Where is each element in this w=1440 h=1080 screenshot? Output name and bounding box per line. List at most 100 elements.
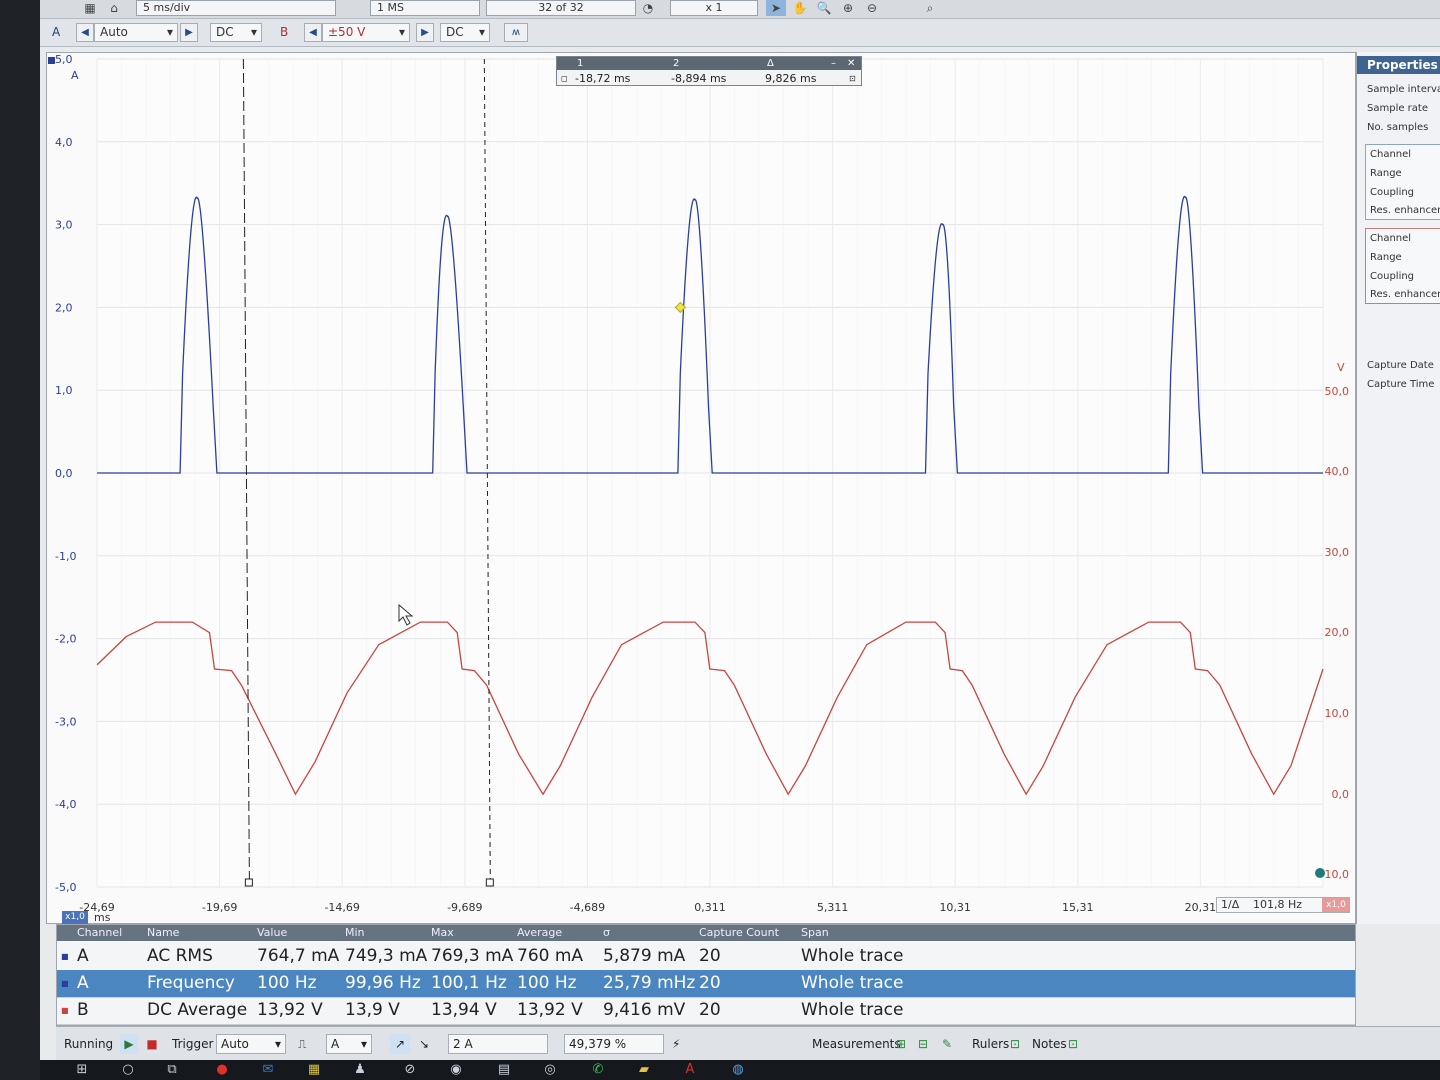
col-value[interactable]: Value xyxy=(257,925,287,941)
channel-a-range-next[interactable]: ▶ xyxy=(180,23,198,42)
prop-sample-interval: Sample interval xyxy=(1367,84,1440,95)
minimize-icon[interactable]: – xyxy=(831,57,836,70)
zoom-icon[interactable]: 🔍 xyxy=(814,0,834,16)
chevron-down-icon: ▾ xyxy=(274,1037,281,1051)
channel-b-range-value: ±50 V xyxy=(328,25,366,39)
trigger-level-input[interactable]: 2 A xyxy=(448,1034,548,1054)
delete-measurement-icon[interactable]: ⊟ xyxy=(918,1034,928,1054)
channel-a-label[interactable]: A xyxy=(52,24,60,41)
cell-sigma: 25,79 mHz xyxy=(603,973,696,993)
prop-res-enhancement: Res. enhancem xyxy=(1370,289,1440,300)
timebase-select[interactable]: 5 ms/div xyxy=(136,0,336,16)
col-capture-count[interactable]: Capture Count xyxy=(699,925,779,941)
outlook-icon[interactable]: ✉ xyxy=(258,1062,278,1078)
zoom-out-icon[interactable]: ⊖ xyxy=(862,0,882,16)
folder-icon[interactable]: ▰ xyxy=(634,1062,654,1078)
capture-icon[interactable]: ▦ xyxy=(80,0,100,16)
col-average[interactable]: Average xyxy=(517,925,562,941)
falling-trigger-icon[interactable]: ↘ xyxy=(414,1034,434,1054)
x-axis-unit: ms xyxy=(94,911,111,924)
cell-min: 13,9 V xyxy=(345,1000,400,1020)
channel-b-axis-marker[interactable] xyxy=(1315,868,1325,878)
channel-a-coupling-select[interactable]: DC ▾ xyxy=(210,23,262,42)
app-icon[interactable]: ◎ xyxy=(540,1062,560,1078)
cell-channel: A xyxy=(77,973,89,993)
notes-label: Notes xyxy=(1032,1037,1067,1051)
app-icon[interactable]: ▤ xyxy=(494,1062,514,1078)
whatsapp-icon[interactable]: ✆ xyxy=(588,1062,608,1078)
ruler-1-value: -18,72 ms xyxy=(575,72,631,85)
left-axis-tick-label: -5,0 xyxy=(55,881,76,894)
channel-b-range-next[interactable]: ▶ xyxy=(416,23,434,42)
zoom-in-icon[interactable]: ⊕ xyxy=(838,0,858,16)
samples-select[interactable]: 1 MS xyxy=(370,0,480,16)
measurement-row[interactable]: ■ B DC Average 13,92 V 13,9 V 13,94 V 13,92 V 9… xyxy=(57,997,1355,1025)
channel-b-range-select[interactable]: ±50 V ▾ xyxy=(322,23,410,42)
ruler-frequency-label: 1/Δ xyxy=(1221,898,1240,911)
scope-view[interactable]: 5,0 4,0 3,0 2,0 1,0 0,0 -1,0 -2,0 -3,0 -4,0 -5,0 A 5… xyxy=(46,52,1356,924)
channel-b-scale-badge[interactable]: x1,0 xyxy=(1322,898,1350,912)
notes-icon[interactable]: ⊡ xyxy=(1068,1034,1078,1054)
channel-a-range-prev[interactable]: ◀ xyxy=(76,23,94,42)
home-icon[interactable]: ⌂ xyxy=(104,0,124,16)
ruler-legend-header[interactable]: 1 2 Δ – ✕ xyxy=(557,57,861,70)
windows-start-icon[interactable]: ⊞ xyxy=(72,1062,92,1078)
measurement-row[interactable]: ■ A AC RMS 764,7 mA 749,3 mA 769,3 mA 760 mA 5,… xyxy=(57,943,1355,971)
zoom-factor[interactable]: x 1 xyxy=(670,0,758,16)
rising-trigger-icon[interactable]: ↗ xyxy=(390,1034,410,1054)
channel-color-swatch: ■ xyxy=(61,979,69,988)
channel-b-range-prev[interactable]: ◀ xyxy=(304,23,322,42)
cell-sigma: 5,879 mA xyxy=(603,946,686,966)
properties-title[interactable]: Properties xyxy=(1357,56,1440,74)
app-icon[interactable]: ♟ xyxy=(350,1062,370,1078)
rising-edge-icon[interactable]: ⎍ xyxy=(298,1034,306,1054)
prop-group-channel-b: Channel Range Coupling Res. enhancem xyxy=(1365,228,1440,304)
x-axis-scale-badge[interactable]: x1,0 xyxy=(62,911,88,924)
edit-measurement-icon[interactable]: ✎ xyxy=(942,1034,952,1054)
scope-plot[interactable]: 5,0 4,0 3,0 2,0 1,0 0,0 -1,0 -2,0 -3,0 -4,0 -5,0 A 5… xyxy=(47,53,1357,925)
add-measurement-icon[interactable]: ⊞ xyxy=(896,1034,906,1054)
channel-b-coupling-value: DC xyxy=(446,25,464,39)
signal-generator-icon[interactable]: ʍ xyxy=(504,23,528,42)
stopwatch-icon[interactable]: ◔ xyxy=(638,0,658,16)
pre-trigger-input[interactable]: 49,379 % xyxy=(564,1034,664,1054)
close-icon[interactable]: ✕ xyxy=(847,57,855,70)
zoom-fit-icon[interactable]: ⌕ xyxy=(920,0,940,16)
trigger-channel-select[interactable]: A ▾ xyxy=(326,1034,372,1054)
chevron-down-icon: ▾ xyxy=(166,25,173,39)
hand-tool-icon[interactable]: ✋ xyxy=(790,0,810,16)
app-icon[interactable]: ▦ xyxy=(304,1062,324,1078)
ruler-legend[interactable]: 1 2 Δ – ✕ ◻ -18,72 ms -8,894 ms 9,826 ms… xyxy=(556,56,862,86)
col-min[interactable]: Min xyxy=(345,925,365,941)
channel-a-range-select[interactable]: Auto ▾ xyxy=(94,23,178,42)
app-icon[interactable]: ⊘ xyxy=(400,1062,420,1078)
start-icon[interactable]: ▶ xyxy=(120,1034,138,1054)
col-sigma[interactable]: σ xyxy=(603,925,610,941)
task-view-icon[interactable]: ⧉ xyxy=(162,1062,182,1078)
time-ruler-handle[interactable] xyxy=(244,878,253,887)
cell-average: 13,92 V xyxy=(517,1000,583,1020)
time-ruler-handle[interactable] xyxy=(485,878,494,887)
picoscope-icon[interactable]: ◍ xyxy=(728,1062,748,1078)
app-icon[interactable]: ◉ xyxy=(446,1062,466,1078)
buffer-navigator[interactable]: 32 of 32 xyxy=(486,0,636,16)
cell-span: Whole trace xyxy=(801,946,904,966)
trigger-properties-icon[interactable]: ⚡ xyxy=(672,1034,680,1054)
channel-b-coupling-select[interactable]: DC ▾ xyxy=(440,23,490,42)
col-name[interactable]: Name xyxy=(147,925,179,941)
col-channel[interactable]: Channel xyxy=(77,925,122,941)
channel-a-axis-marker[interactable] xyxy=(48,57,55,64)
col-span[interactable]: Span xyxy=(801,925,829,941)
channel-b-label[interactable]: B xyxy=(280,24,288,41)
ruler-col1-header: 1 xyxy=(577,58,584,69)
measurement-row[interactable]: ■ A Frequency 100 Hz 99,96 Hz 100,1 Hz 100 Hz 2… xyxy=(57,970,1355,998)
pointer-tool-icon[interactable]: ➤ xyxy=(766,0,786,16)
col-max[interactable]: Max xyxy=(431,925,454,941)
stop-icon[interactable]: ■ xyxy=(146,1034,158,1054)
lock-icon[interactable]: ⊡ xyxy=(849,71,856,86)
search-icon[interactable]: ○ xyxy=(118,1062,138,1078)
trigger-mode-select[interactable]: Auto ▾ xyxy=(216,1034,286,1054)
rulers-icon[interactable]: ⊡ xyxy=(1010,1034,1020,1054)
opera-icon[interactable]: ● xyxy=(212,1062,232,1078)
acrobat-icon[interactable]: A xyxy=(680,1062,700,1078)
